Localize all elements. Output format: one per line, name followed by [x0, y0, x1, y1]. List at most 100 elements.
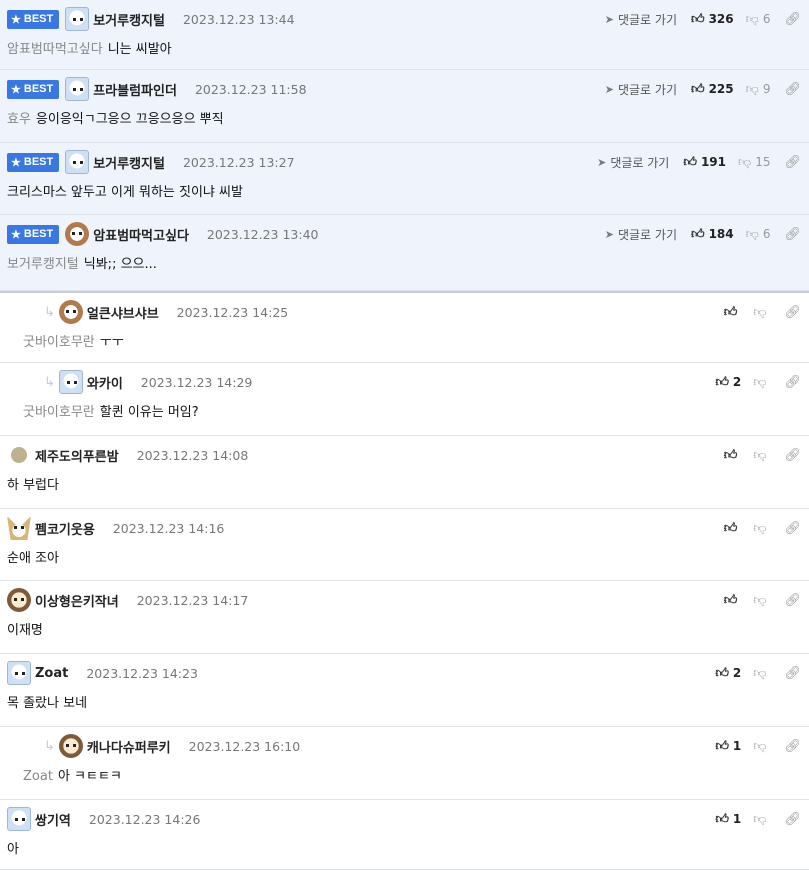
comment-actions: ➤ 댓글로 가기 👍︎ 326 👎︎ 6 🔗︎: [605, 11, 801, 28]
author-nickname[interactable]: 이상형은키작녀: [35, 591, 119, 610]
like-button[interactable]: 👍︎ 1: [715, 739, 741, 754]
dislike-button[interactable]: 👎︎: [753, 812, 770, 827]
goto-comment-link[interactable]: ➤ 댓글로 가기: [597, 154, 669, 171]
comment: Zoat 2023.12.23 14:23 👍︎ 2 👎︎ 🔗︎ 목 졸랐나 보네: [0, 654, 809, 727]
dislike-count: 9: [762, 82, 771, 96]
thumbs-down-icon: 👎︎: [745, 11, 759, 27]
dislike-button[interactable]: 👎︎: [753, 666, 770, 681]
author-nickname[interactable]: 프라블럼파인더: [93, 80, 177, 99]
link-icon[interactable]: 🔗︎: [784, 448, 801, 463]
reply-mention[interactable]: Zoat: [23, 769, 53, 784]
avatar-face: [66, 381, 77, 384]
goto-label: 댓글로 가기: [617, 82, 677, 97]
avatar[interactable]: [58, 734, 83, 758]
reply-mention[interactable]: 암표범따먹고싶다: [7, 42, 103, 57]
comment-body: 굿바이호무란 할퀸 이유는 머임?: [23, 401, 199, 420]
reply-arrow-icon: ↳: [44, 738, 55, 754]
like-button[interactable]: 👍︎: [724, 521, 742, 536]
avatar[interactable]: [58, 370, 83, 394]
dislike-button[interactable]: 👎︎ 15: [738, 155, 770, 170]
comment-text: 할퀸 이유는 머임?: [99, 405, 199, 420]
comment-body: 암표범따먹고싶다 니는 씨발아: [7, 38, 172, 57]
dislike-button[interactable]: 👎︎ 6: [746, 227, 771, 242]
link-icon[interactable]: 🔗︎: [784, 375, 801, 390]
author-nickname[interactable]: 와카이: [87, 373, 123, 392]
comment-text: 목 졸랐나 보네: [7, 696, 88, 711]
dislike-button[interactable]: 👎︎ 9: [746, 82, 771, 97]
avatar[interactable]: [7, 661, 31, 685]
link-icon[interactable]: 🔗︎: [784, 666, 801, 681]
author-nickname[interactable]: 제주도의푸른밤: [35, 446, 119, 465]
avatar[interactable]: [65, 222, 90, 246]
dislike-button[interactable]: 👎︎: [753, 593, 770, 608]
link-icon[interactable]: 🔗︎: [784, 812, 801, 827]
like-button[interactable]: 👍︎ 2: [715, 666, 741, 681]
link-icon[interactable]: 🔗︎: [784, 227, 801, 242]
author-nickname[interactable]: 보거루캥지털: [93, 10, 165, 29]
dislike-button[interactable]: 👎︎: [753, 305, 770, 320]
avatar[interactable]: [58, 300, 83, 324]
comment-header: Zoat 2023.12.23 14:23 👍︎ 2 👎︎ 🔗︎: [7, 661, 801, 685]
avatar[interactable]: [65, 150, 90, 174]
avatar-face: [73, 161, 84, 164]
like-button[interactable]: 👍︎: [724, 593, 742, 608]
like-button[interactable]: 👍︎ 184: [691, 227, 734, 242]
like-button[interactable]: 👍︎ 326: [691, 12, 734, 27]
goto-comment-link[interactable]: ➤ 댓글로 가기: [605, 81, 677, 98]
avatar[interactable]: [65, 77, 90, 101]
reply-mention[interactable]: 굿바이호무란: [23, 335, 95, 350]
goto-comment-link[interactable]: ➤ 댓글로 가기: [605, 11, 677, 28]
avatar[interactable]: [65, 7, 90, 31]
star-icon: ★: [11, 228, 21, 241]
thumbs-up-icon: 👍︎: [715, 665, 729, 681]
author-nickname[interactable]: Zoat: [35, 666, 68, 681]
best-comment: ★ BEST 보거루캥지털 2023.12.23 13:44 ➤ 댓글로 가기 👍︎ 326 👎…: [0, 0, 809, 70]
dislike-button[interactable]: 👎︎: [753, 521, 770, 536]
dislike-button[interactable]: 👎︎: [753, 375, 770, 390]
comment-header: 쌍기역 2023.12.23 14:26 👍︎ 1 👎︎ 🔗︎: [7, 807, 801, 831]
author-nickname[interactable]: 보거루캥지털: [93, 153, 165, 172]
link-icon[interactable]: 🔗︎: [784, 155, 801, 170]
reply-arrow-icon: ↳: [44, 374, 55, 390]
link-icon[interactable]: 🔗︎: [784, 521, 801, 536]
comment-text: ㅜㅜ: [99, 335, 124, 350]
author-nickname[interactable]: 얼큰샤브샤브: [87, 303, 159, 322]
thumbs-up-icon: 👍︎: [690, 81, 705, 97]
dislike-button[interactable]: 👎︎: [753, 448, 770, 463]
author-nickname[interactable]: 펨코기웃용: [35, 519, 95, 538]
like-button[interactable]: 👍︎ 191: [683, 155, 726, 170]
avatar[interactable]: [11, 447, 27, 463]
reply-comment: ↳ 캐나다슈퍼루키 2023.12.23 16:10 👍︎ 1 👎︎ 🔗︎ Zoat 아 ㅋㅌㅌ…: [0, 727, 809, 800]
avatar[interactable]: [7, 588, 31, 612]
link-icon[interactable]: 🔗︎: [784, 82, 801, 97]
link-icon[interactable]: 🔗︎: [784, 305, 801, 320]
author-nickname[interactable]: 쌍기역: [35, 810, 71, 829]
reply-mention[interactable]: 보거루캥지털: [7, 257, 79, 272]
avatar[interactable]: [7, 516, 31, 540]
reply-mention[interactable]: 굿바이호무란: [23, 405, 95, 420]
like-button[interactable]: 👍︎ 225: [691, 82, 734, 97]
comment-actions: 👍︎ 2 👎︎ 🔗︎: [715, 375, 801, 390]
comment-date: 2023.12.23 11:58: [194, 81, 307, 97]
comment-date: 2023.12.23 13:40: [206, 226, 319, 242]
dislike-button[interactable]: 👎︎: [753, 739, 770, 754]
goto-comment-link[interactable]: ➤ 댓글로 가기: [605, 226, 677, 243]
link-icon[interactable]: 🔗︎: [784, 739, 801, 754]
thumbs-up-icon: 👍︎: [723, 592, 738, 608]
reply-mention[interactable]: 효우: [7, 112, 31, 127]
author-nickname[interactable]: 캐나다슈퍼루키: [87, 737, 171, 756]
like-count: 191: [700, 155, 726, 169]
avatar-face: [65, 310, 76, 313]
best-badge: ★ BEST: [7, 152, 60, 172]
like-button[interactable]: 👍︎: [724, 305, 742, 320]
dislike-button[interactable]: 👎︎ 6: [746, 12, 771, 27]
link-icon[interactable]: 🔗︎: [784, 593, 801, 608]
like-button[interactable]: 👍︎ 2: [715, 375, 741, 390]
comment-text: 순애 조아: [7, 551, 59, 566]
like-button[interactable]: 👍︎ 1: [715, 812, 741, 827]
author-nickname[interactable]: 암표범따먹고싶다: [93, 225, 189, 244]
link-icon[interactable]: 🔗︎: [784, 12, 801, 27]
avatar[interactable]: [7, 807, 31, 831]
best-label: BEST: [23, 228, 54, 240]
like-button[interactable]: 👍︎: [724, 448, 742, 463]
